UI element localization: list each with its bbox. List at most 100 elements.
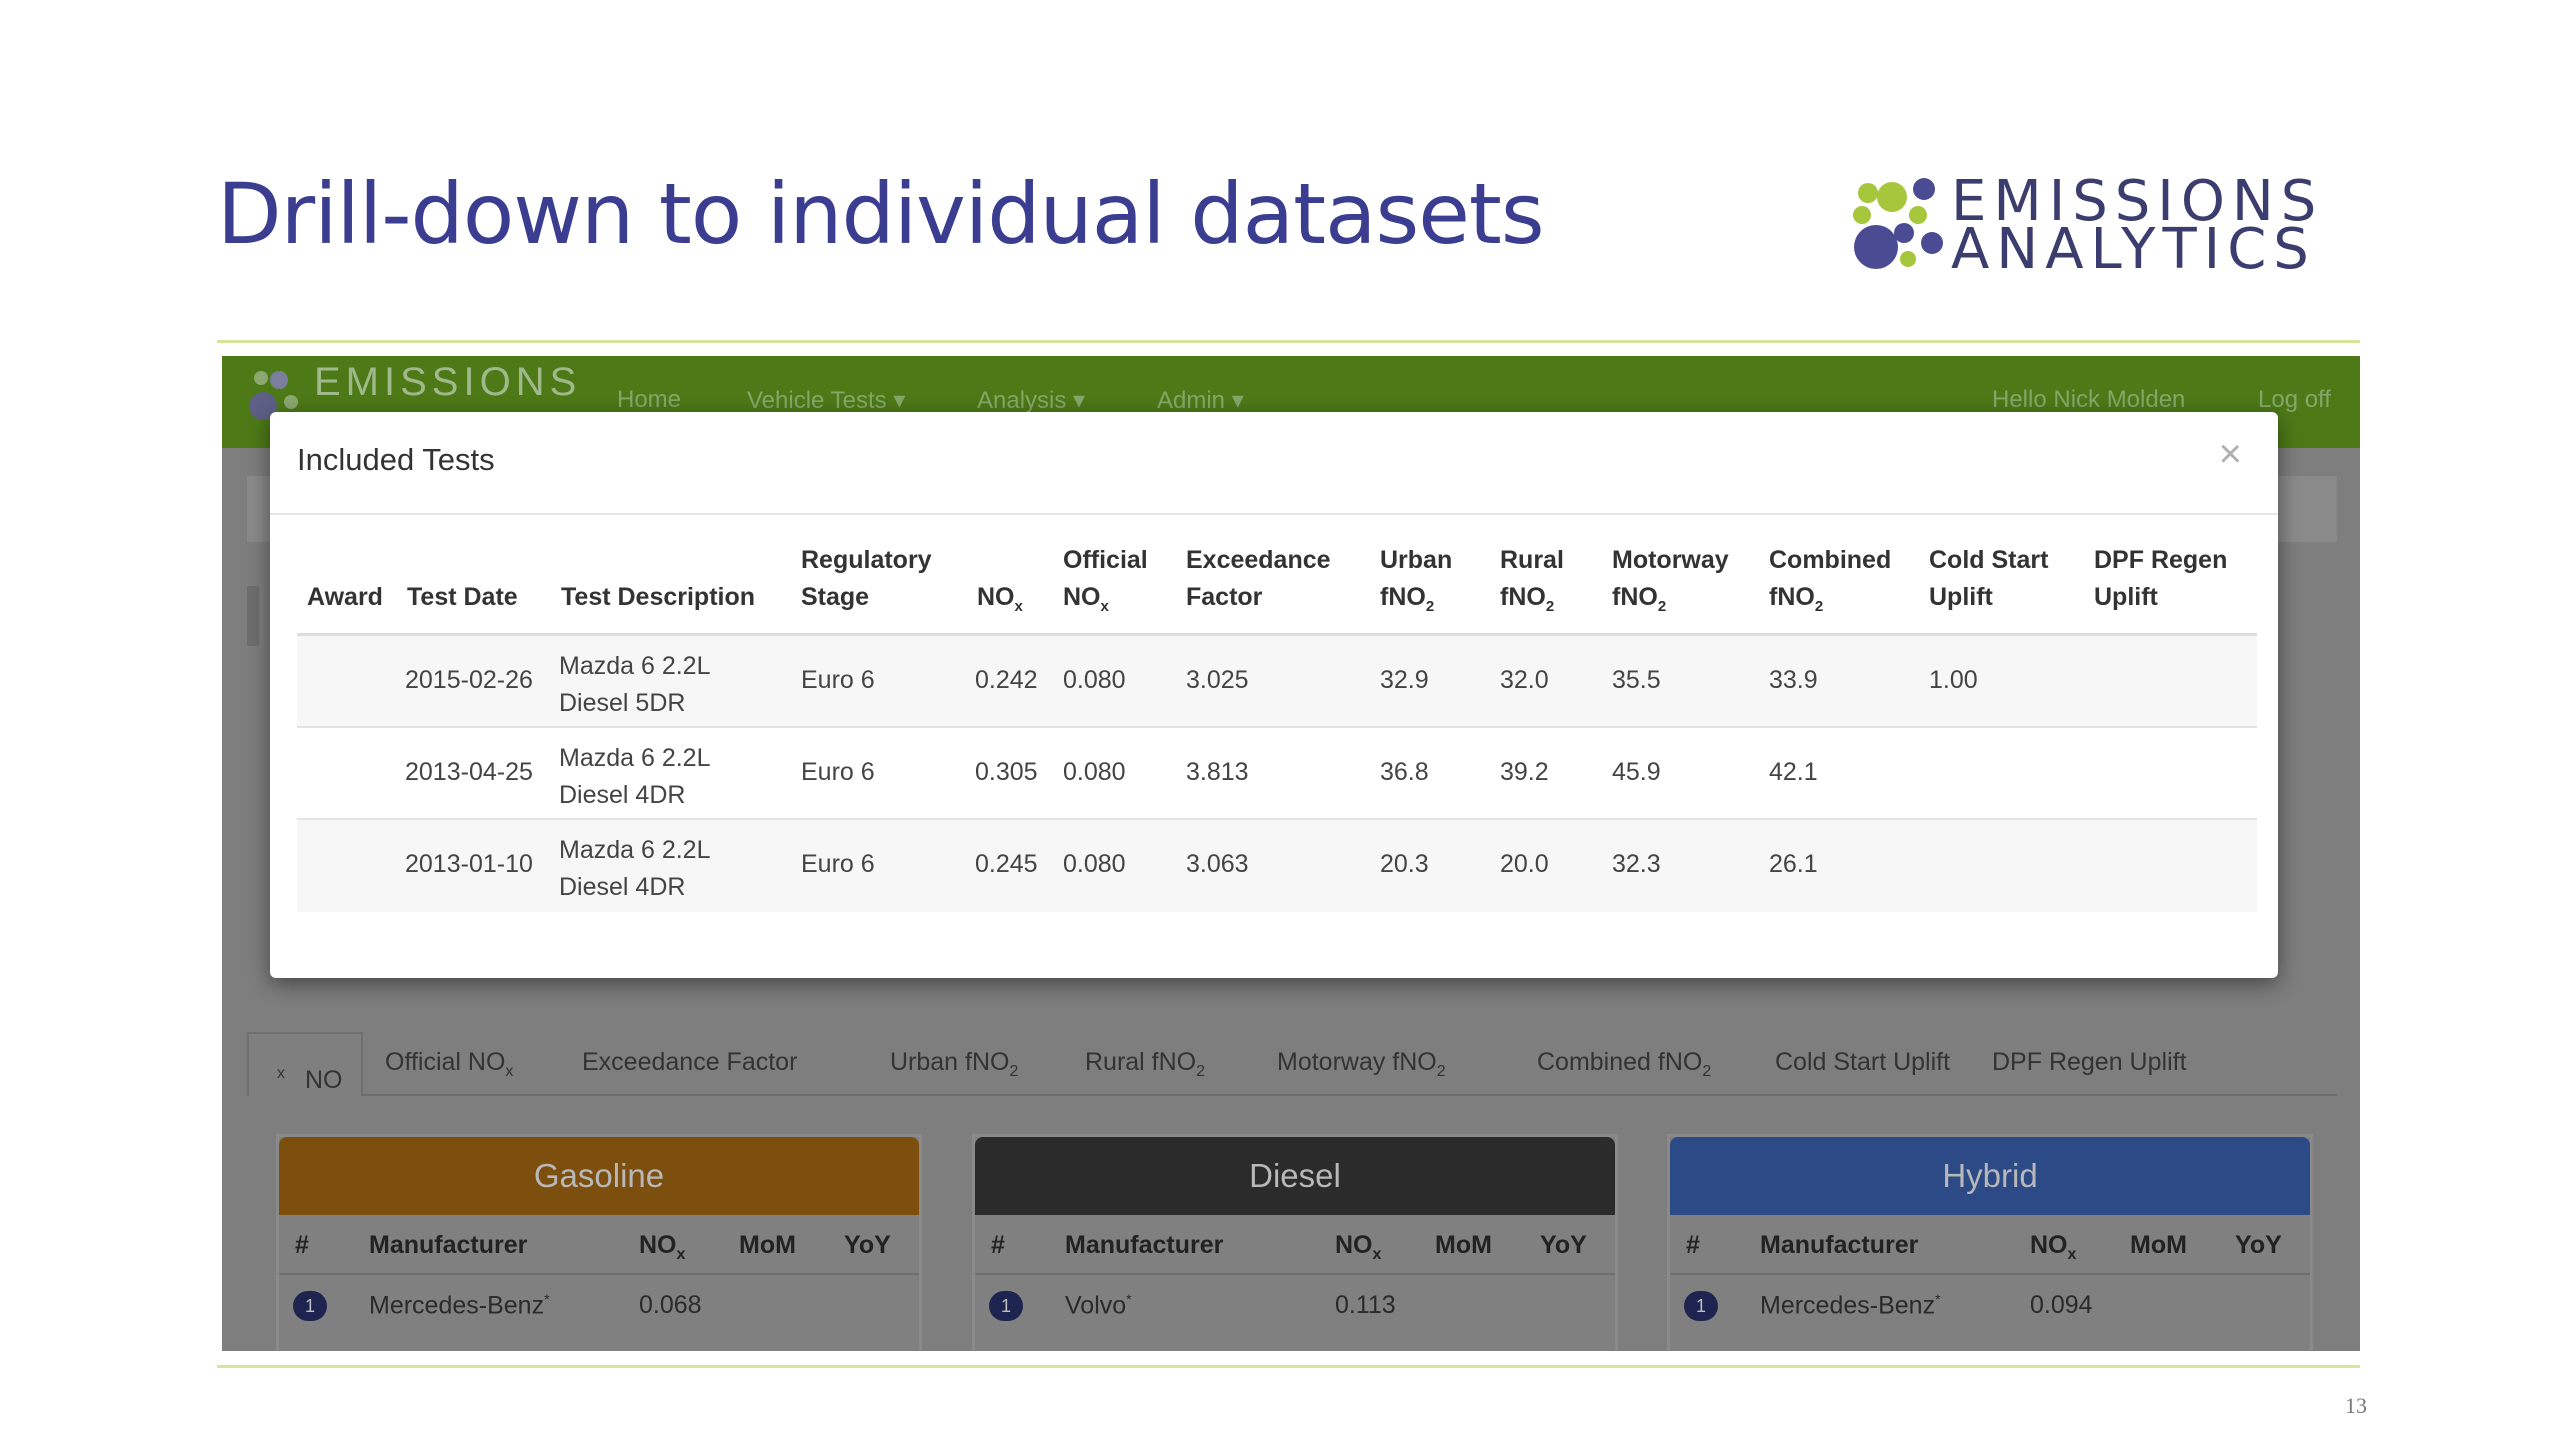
bottom-divider xyxy=(217,1365,2360,1368)
tab-nox[interactable]: NO x xyxy=(247,1032,363,1096)
col-award: Award xyxy=(307,583,383,611)
header-line: Urban xyxy=(1380,546,1453,574)
tab-official-nox[interactable]: Official NOx xyxy=(385,1048,513,1081)
col-urban-fno2: Urban fNO2 xyxy=(1380,542,1452,625)
manufacturer-cell: Volvo* xyxy=(1065,1291,1132,1320)
tab-urban-fno2[interactable]: Urban fNO2 xyxy=(890,1048,1018,1081)
nox-cell: 0.305 xyxy=(975,758,1038,786)
rank-badge: 1 xyxy=(1684,1291,1718,1321)
header-line: NO xyxy=(977,583,1015,611)
official-nox-cell: 0.080 xyxy=(1063,850,1126,878)
subscript: 2 xyxy=(1436,1063,1446,1080)
panel-column-headers: # Manufacturer NOx MoM YoY xyxy=(975,1215,1615,1275)
asterisk-mark: * xyxy=(544,1291,550,1307)
tab-dpf-regen-uplift[interactable]: DPF Regen Uplift xyxy=(1992,1048,2187,1077)
tab-motorway-fno2[interactable]: Motorway fNO2 xyxy=(1277,1048,1446,1081)
test-description-cell: Mazda 6 2.2L Diesel 4DR xyxy=(559,832,711,906)
nav-admin-menu[interactable]: Admin ▾ xyxy=(1157,386,1244,415)
header-line: Motorway xyxy=(1612,546,1729,574)
combined-fno2-cell: 42.1 xyxy=(1769,758,1818,786)
rank-badge: 1 xyxy=(989,1291,1023,1321)
col-rural-fno2: Rural fNO2 xyxy=(1500,542,1564,625)
table-row[interactable]: 1 Mercedes-Benz* 0.094 xyxy=(1670,1275,2310,1345)
col-nox-label: NO xyxy=(639,1231,677,1259)
logo-line-2: ANALYTICS xyxy=(1951,217,2316,282)
urban-fno2-cell: 36.8 xyxy=(1380,758,1429,786)
tab-combined-fno2[interactable]: Combined fNO2 xyxy=(1537,1048,1711,1081)
subscript: x xyxy=(2067,1246,2077,1263)
subscript: 2 xyxy=(1425,598,1435,615)
rural-fno2-cell: 32.0 xyxy=(1500,666,1549,694)
urban-fno2-cell: 20.3 xyxy=(1380,850,1429,878)
included-tests-modal: Included Tests × Award Test Date Test De… xyxy=(270,412,2278,978)
page-number: 13 xyxy=(2345,1393,2367,1418)
regulatory-stage-cell: Euro 6 xyxy=(801,850,875,878)
test-date-cell: 2013-04-25 xyxy=(405,758,533,786)
nav-greeting[interactable]: Hello Nick Molden xyxy=(1992,386,2185,414)
description-line: Diesel 5DR xyxy=(559,689,686,717)
rural-fno2-cell: 39.2 xyxy=(1500,758,1549,786)
motorway-fno2-cell: 35.5 xyxy=(1612,666,1661,694)
tab-rural-label: Rural fNO xyxy=(1085,1048,1197,1076)
header-line: fNO xyxy=(1612,583,1658,611)
asterisk-mark: * xyxy=(1935,1291,1941,1307)
table-row[interactable]: 2013-04-25 Mazda 6 2.2L Diesel 4DR Euro 6… xyxy=(297,728,2257,820)
col-cold-start-uplift: Cold Start Uplift xyxy=(1929,542,2048,616)
nav-vehicle-tests-menu[interactable]: Vehicle Tests ▾ xyxy=(747,386,905,415)
exceedance-factor-cell: 3.063 xyxy=(1186,850,1249,878)
col-exceedance-factor: Exceedance Factor xyxy=(1186,542,1331,616)
test-description-cell: Mazda 6 2.2L Diesel 5DR xyxy=(559,648,711,722)
modal-header-divider xyxy=(270,513,2278,515)
table-row[interactable]: 1 Volvo* 0.113 xyxy=(975,1275,1615,1345)
subscript: 2 xyxy=(1702,1063,1712,1080)
backdrop-side-element xyxy=(247,586,259,646)
motorway-fno2-cell: 45.9 xyxy=(1612,758,1661,786)
table-row[interactable]: 2015-02-26 Mazda 6 2.2L Diesel 5DR Euro 6… xyxy=(297,636,2257,728)
nav-home-link[interactable]: Home xyxy=(617,386,681,414)
col-rank: # xyxy=(991,1231,1005,1259)
col-yoy: YoY xyxy=(1540,1231,1587,1259)
col-official-nox: Official NOx xyxy=(1063,542,1148,625)
manufacturer-name: Volvo xyxy=(1065,1291,1127,1320)
tab-rural-fno2[interactable]: Rural fNO2 xyxy=(1085,1048,1205,1081)
subscript: 2 xyxy=(1545,598,1555,615)
description-line: Mazda 6 2.2L xyxy=(559,744,711,772)
description-line: Diesel 4DR xyxy=(559,781,686,809)
panel-column-headers: # Manufacturer NOx MoM YoY xyxy=(1670,1215,2310,1275)
col-rank: # xyxy=(1686,1231,1700,1259)
close-icon[interactable]: × xyxy=(2219,432,2242,477)
nav-analysis-menu[interactable]: Analysis ▾ xyxy=(977,386,1085,415)
col-nox: NOx xyxy=(2030,1231,2076,1264)
manufacturer-name: Mercedes-Benz xyxy=(1760,1291,1936,1320)
manufacturer-name: Mercedes-Benz xyxy=(369,1291,545,1320)
description-line: Mazda 6 2.2L xyxy=(559,836,711,864)
motorway-fno2-cell: 32.3 xyxy=(1612,850,1661,878)
header-line: DPF Regen xyxy=(2094,546,2228,574)
official-nox-cell: 0.080 xyxy=(1063,758,1126,786)
header-line: fNO xyxy=(1500,583,1546,611)
col-motorway-fno2: Motorway fNO2 xyxy=(1612,542,1729,625)
caret-down-icon: ▾ xyxy=(1073,387,1086,414)
rural-fno2-cell: 20.0 xyxy=(1500,850,1549,878)
header-line: Factor xyxy=(1186,583,1263,611)
header-line: Regulatory xyxy=(801,546,932,574)
header-line: Exceedance xyxy=(1186,546,1331,574)
regulatory-stage-cell: Euro 6 xyxy=(801,666,875,694)
tab-cold-start-uplift[interactable]: Cold Start Uplift xyxy=(1775,1048,1950,1077)
test-description-cell: Mazda 6 2.2L Diesel 4DR xyxy=(559,740,711,814)
col-nox-label: NO xyxy=(1335,1231,1373,1259)
asterisk-mark: * xyxy=(1126,1291,1132,1307)
header-line: Official xyxy=(1063,546,1148,574)
logo-dots-icon xyxy=(1853,178,1943,269)
col-nox: NOx xyxy=(1335,1231,1381,1264)
nav-logoff-link[interactable]: Log off xyxy=(2258,386,2331,414)
nox-cell: 0.242 xyxy=(975,666,1038,694)
col-mom: MoM xyxy=(739,1231,796,1259)
official-nox-cell: 0.080 xyxy=(1063,666,1126,694)
table-row[interactable]: 2013-01-10 Mazda 6 2.2L Diesel 4DR Euro 6… xyxy=(297,820,2257,912)
combined-fno2-cell: 26.1 xyxy=(1769,850,1818,878)
tab-exceedance-factor[interactable]: Exceedance Factor xyxy=(582,1048,797,1077)
table-row[interactable]: 1 Mercedes-Benz* 0.068 xyxy=(279,1275,919,1345)
col-rank: # xyxy=(295,1231,309,1259)
header-line: fNO xyxy=(1380,583,1426,611)
